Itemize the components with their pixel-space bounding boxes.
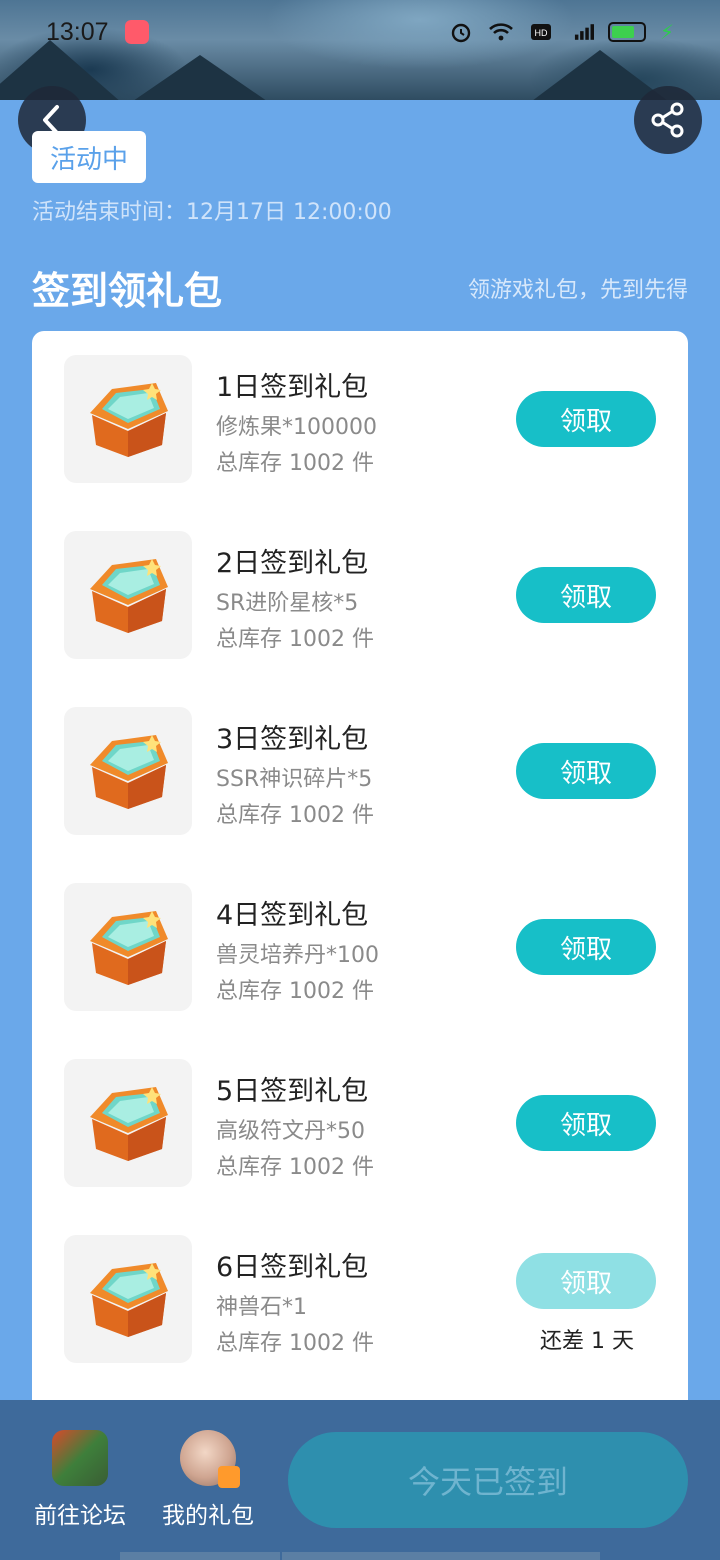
nav-indicator xyxy=(440,1552,600,1560)
claim-button[interactable]: 领取 xyxy=(516,567,656,623)
gift-thumbnail xyxy=(64,355,192,483)
treasure-chest-icon xyxy=(90,735,168,809)
gift-name: 2日签到礼包 xyxy=(216,548,369,579)
gift-content: SR进阶星核*5 xyxy=(216,591,359,616)
gift-content: 兽灵培养丹*100 xyxy=(216,943,379,968)
forum-label: 前往论坛 xyxy=(34,1503,126,1529)
claim-button[interactable]: 领取 xyxy=(516,919,656,975)
charging-icon: ⚡ xyxy=(659,20,674,44)
share-button[interactable] xyxy=(634,86,702,154)
share-icon xyxy=(651,102,684,138)
my-gifts-button[interactable]: 我的礼包 xyxy=(153,1430,263,1530)
status-time: 13:07 xyxy=(46,17,109,46)
gift-stock: 总库存 1002 件 xyxy=(216,1331,374,1356)
gift-stock: 总库存 1002 件 xyxy=(216,451,374,476)
gift-thumbnail xyxy=(64,707,192,835)
signal-4g-icon xyxy=(568,21,594,43)
gift-name: 6日签到礼包 xyxy=(216,1252,369,1283)
gift-thumbnail xyxy=(64,1235,192,1363)
gift-content: SSR神识碎片*5 xyxy=(216,767,373,792)
status-icons: HD ⚡ xyxy=(448,20,674,44)
gift-content: 神兽石*1 xyxy=(216,1295,307,1320)
claim-button-disabled: 领取 xyxy=(516,1253,656,1309)
signed-in-today-button[interactable]: 今天已签到 xyxy=(288,1432,688,1528)
claim-button[interactable]: 领取 xyxy=(516,1095,656,1151)
activity-end-time: 活动结束时间：12月17日 12:00:00 xyxy=(32,200,392,225)
gift-name: 1日签到礼包 xyxy=(216,372,369,403)
gift-row-4: 4日签到礼包 兽灵培养丹*100 总库存 1002 件 领取 xyxy=(64,883,656,1011)
svg-text:HD: HD xyxy=(534,28,547,38)
treasure-chest-icon xyxy=(90,1263,168,1337)
gift-row-1: 1日签到礼包 修炼果*100000 总库存 1002 件 领取 xyxy=(64,355,656,483)
section-subtitle: 领游戏礼包，先到先得 xyxy=(467,278,688,303)
gift-content: 修炼果*100000 xyxy=(216,415,377,440)
gift-stock: 总库存 1002 件 xyxy=(216,803,374,828)
gift-stock: 总库存 1002 件 xyxy=(216,979,374,1004)
gift-row-5: 5日签到礼包 高级符文丹*50 总库存 1002 件 领取 xyxy=(64,1059,656,1187)
gift-thumbnail xyxy=(64,1059,192,1187)
gift-stock: 总库存 1002 件 xyxy=(216,627,374,652)
nav-indicator xyxy=(120,1552,280,1560)
treasure-chest-icon xyxy=(90,559,168,633)
app-notification-icon xyxy=(124,20,149,44)
claim-button[interactable]: 领取 xyxy=(516,743,656,799)
bottom-action-bar: 前往论坛 我的礼包 今天已签到 xyxy=(0,1400,720,1560)
gift-row-6: 6日签到礼包 神兽石*1 总库存 1002 件 领取 还差 1 天 xyxy=(64,1235,656,1363)
gift-stock: 总库存 1002 件 xyxy=(216,1155,374,1180)
days-remaining-label: 还差 1 天 xyxy=(540,1329,634,1354)
my-gifts-label: 我的礼包 xyxy=(162,1503,254,1529)
gift-content: 高级符文丹*50 xyxy=(216,1119,365,1144)
gift-thumbnail xyxy=(64,883,192,1011)
treasure-chest-icon xyxy=(90,911,168,985)
hd-icon: HD xyxy=(528,21,554,43)
user-avatar-gift-icon xyxy=(180,1430,240,1488)
treasure-chest-icon xyxy=(90,383,168,457)
forum-button[interactable]: 前往论坛 xyxy=(25,1430,135,1530)
game-avatar-icon xyxy=(52,1430,108,1486)
section-title: 签到领礼包 xyxy=(32,269,223,313)
gift-row-3: 3日签到礼包 SSR神识碎片*5 总库存 1002 件 领取 xyxy=(64,707,656,835)
gift-name: 5日签到礼包 xyxy=(216,1076,369,1107)
wifi-icon xyxy=(488,21,514,43)
gift-list-card: 1日签到礼包 修炼果*100000 总库存 1002 件 领取 2日签到礼包 S… xyxy=(32,331,688,1441)
gift-name: 4日签到礼包 xyxy=(216,900,369,931)
claim-button[interactable]: 领取 xyxy=(516,391,656,447)
treasure-chest-icon xyxy=(90,1087,168,1161)
activity-status-badge: 活动中 xyxy=(32,131,147,183)
alarm-icon xyxy=(448,21,474,43)
gift-row-2: 2日签到礼包 SR进阶星核*5 总库存 1002 件 领取 xyxy=(64,531,656,659)
gift-name: 3日签到礼包 xyxy=(216,724,369,755)
battery-icon xyxy=(607,22,646,42)
nav-indicator xyxy=(282,1552,442,1560)
gift-thumbnail xyxy=(64,531,192,659)
status-bar: 13:07 HD ⚡ xyxy=(0,0,720,64)
